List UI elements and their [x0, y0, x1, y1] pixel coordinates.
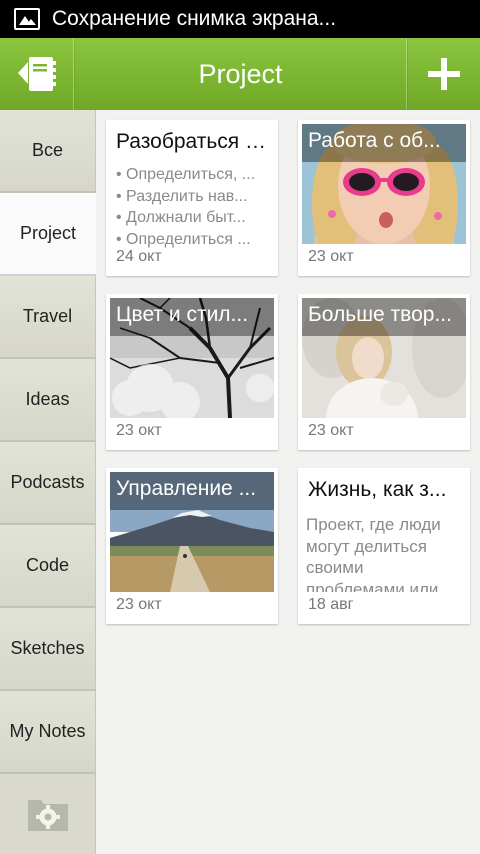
note-date: 23 окт [116, 422, 162, 439]
sidebar-item-podcasts[interactable]: Podcasts [0, 442, 95, 525]
note-date: 18 авг [308, 596, 354, 613]
sidebar-item-travel[interactable]: Travel [0, 276, 95, 359]
note-date: 23 окт [116, 596, 162, 613]
note-card[interactable]: Работа с об... 23 окт [298, 120, 470, 276]
add-note-button[interactable] [407, 38, 480, 110]
action-bar: Project [0, 38, 480, 110]
note-card[interactable]: Больше твор... 23 окт [298, 294, 470, 450]
note-date: 23 окт [308, 248, 354, 265]
note-title: Больше твор... [302, 298, 466, 336]
image-icon [14, 8, 40, 30]
note-title: Жизнь, как з... [308, 478, 447, 501]
notes-grid: Разобраться с... • Определиться, ... • Р… [96, 110, 480, 854]
note-bullets: • Определиться, ... • Разделить нав... •… [116, 164, 270, 250]
sidebar-item-sketches[interactable]: Sketches [0, 608, 95, 691]
note-bullet: • Разделить нав... [116, 187, 248, 205]
plus-icon [428, 58, 460, 90]
sidebar-item-ideas[interactable]: Ideas [0, 359, 95, 442]
gear-folder-icon [27, 800, 68, 831]
page-title: Project [198, 58, 283, 89]
note-title: Управление ... [110, 472, 274, 510]
notebook-sidebar: Все Project Travel Ideas Podcasts Code S… [0, 110, 96, 854]
settings-button[interactable] [0, 774, 95, 854]
note-bullet: • Должнали быт... [116, 209, 246, 226]
note-card[interactable]: Разобраться с... • Определиться, ... • Р… [106, 120, 278, 276]
note-description: Проект, где люди могут делиться своими п… [306, 515, 441, 592]
note-title: Разобраться с... [116, 130, 270, 153]
note-title: Работа с об... [302, 124, 466, 162]
sidebar-item-code[interactable]: Code [0, 525, 95, 608]
sidebar-item-my-notes[interactable]: My Notes [0, 691, 95, 774]
note-date: 23 окт [308, 422, 354, 439]
note-date: 24 окт [116, 248, 162, 265]
note-card[interactable]: Жизнь, как з... Проект, где люди могут д… [298, 468, 470, 624]
note-title: Цвет и стил... [110, 298, 274, 336]
sidebar-item-all[interactable]: Все [0, 110, 95, 193]
note-card[interactable]: Управление ... 23 окт [106, 468, 278, 624]
note-bullet: • Определиться, ... [116, 166, 256, 183]
note-card[interactable]: Цвет и стил... 23 окт [106, 294, 278, 450]
note-bullet: • Определиться ... [116, 230, 251, 248]
status-bar: Сохранение снимка экрана... [0, 0, 480, 38]
notebook-icon [17, 57, 56, 91]
notebook-button[interactable] [0, 38, 74, 110]
status-notification-text: Сохранение снимка экрана... [52, 7, 337, 30]
sidebar-item-project[interactable]: Project [0, 193, 96, 276]
